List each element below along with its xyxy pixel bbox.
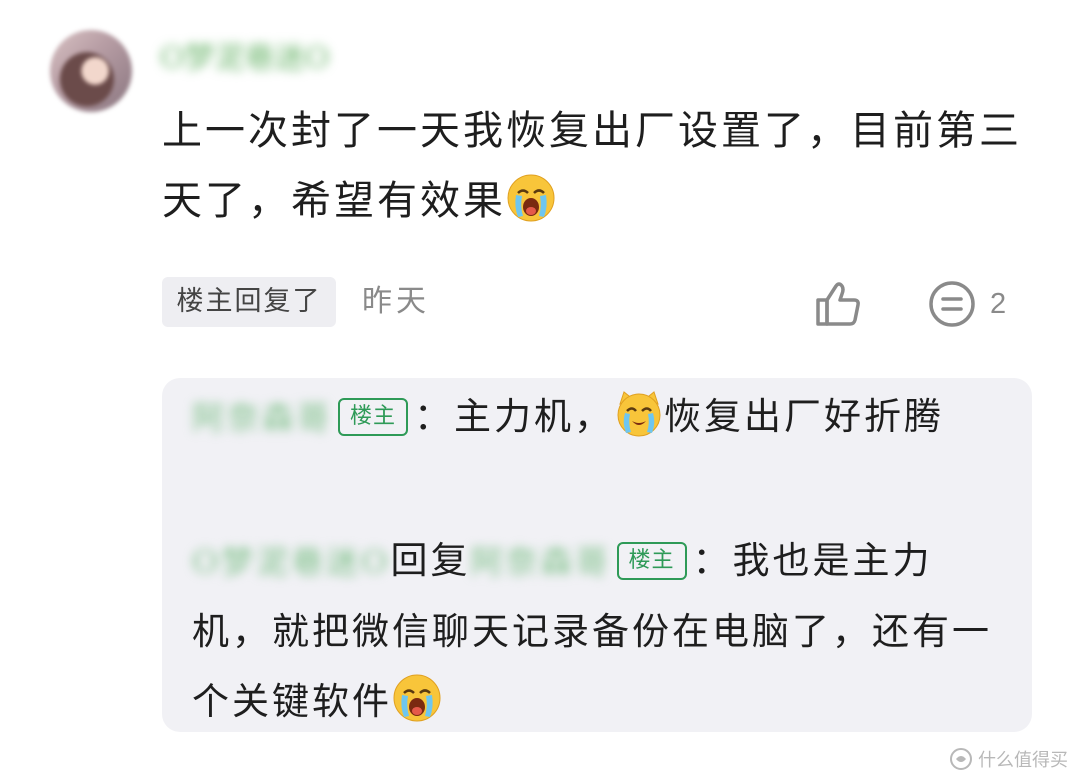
reply-word: 回复: [390, 539, 471, 582]
reply-target-blurred[interactable]: 阿奈森哥: [470, 527, 610, 597]
reply-item: 阿奈森哥 楼主 ：主力机， 恢复出厂好折腾: [192, 382, 992, 453]
reply-separator: ：: [414, 395, 455, 438]
comment-body: 上一次封了一天我恢复出厂设置了，目前第三天了，希望有效果: [162, 96, 1042, 236]
reply-author-blurred[interactable]: 阿奈森哥: [192, 383, 332, 453]
op-badge: 楼主: [616, 542, 687, 580]
replies-box: 阿奈森哥 楼主 ：主力机， 恢复出厂好折腾 O梦泥巷迷O回复阿奈森哥 楼主 ：我也是主力…: [162, 378, 1032, 732]
reply-count: 2: [990, 288, 1007, 320]
watermark-text: 什么值得买: [978, 750, 1068, 771]
reply-text-before-emoji: 主力机，: [454, 395, 615, 438]
thumbs-up-icon[interactable]: [812, 278, 864, 330]
reply-text-after-emoji: 恢复出厂好折腾: [664, 395, 945, 438]
watermark: 什么值得买: [949, 746, 1068, 772]
crying-face-emoji: [393, 674, 441, 722]
op-replied-tag[interactable]: 楼主回复了: [162, 277, 336, 327]
op-badge: 楼主: [338, 398, 409, 436]
reply-item: O梦泥巷迷O回复阿奈森哥 楼主 ：我也是主力机，就把微信聊天记录备份在电脑了，还有一…: [192, 526, 992, 737]
comment-text: 上一次封了一天我恢复出厂设置了，目前第三天了，希望有效果: [162, 108, 1022, 224]
crying-cat-emoji: [617, 391, 661, 437]
smzdm-logo-icon: [950, 748, 972, 770]
reply-author-blurred[interactable]: O梦泥巷迷O: [192, 527, 390, 597]
crying-face-emoji: [507, 174, 555, 222]
comment-time: 昨天: [362, 284, 430, 319]
reply-separator: ：: [692, 539, 733, 582]
comment-card: O梦泥巷迷O 上一次封了一天我恢复出厂设置了，目前第三天了，希望有效果 楼主回复…: [0, 0, 1080, 780]
username-blurred[interactable]: O梦泥巷迷O: [160, 40, 390, 78]
avatar[interactable]: [50, 30, 132, 112]
comment-bubble-icon[interactable]: [926, 278, 978, 330]
